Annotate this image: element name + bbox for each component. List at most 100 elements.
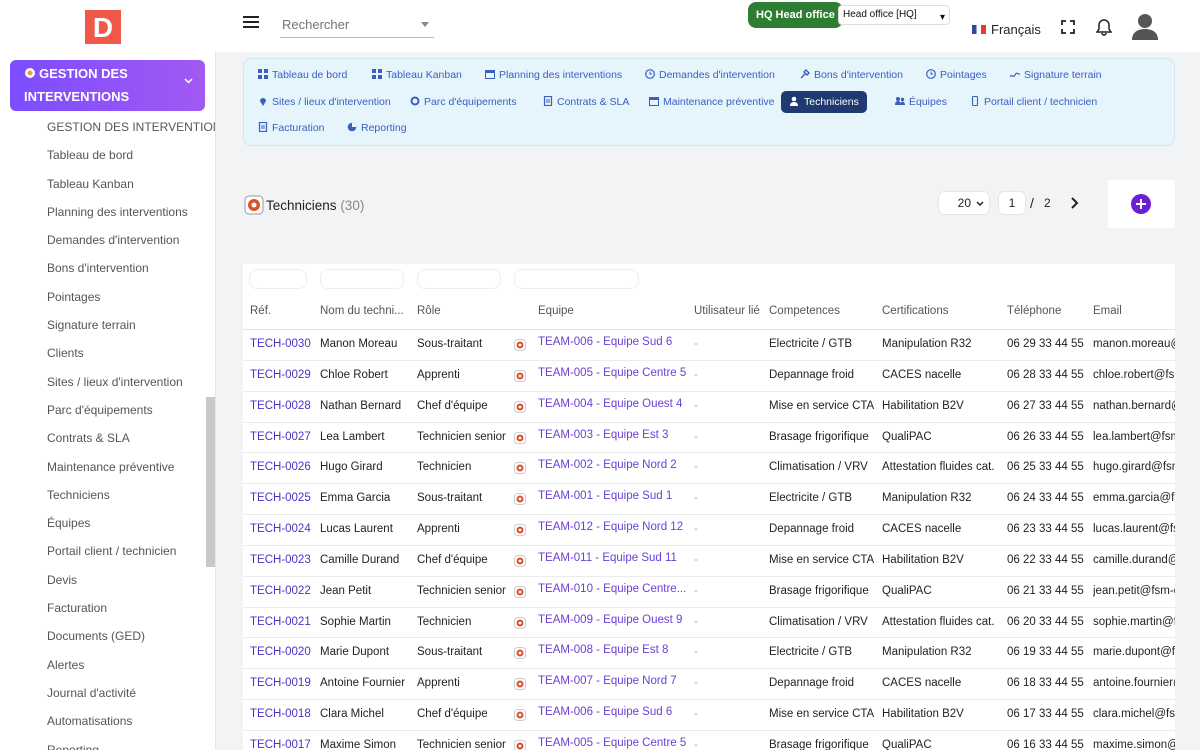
cell-team[interactable]: TEAM-003 - Equipe Est 3 [538,429,686,441]
column-header[interactable]: Email [1093,305,1122,317]
cell-team[interactable]: TEAM-004 - Equipe Ouest 4 [538,398,686,410]
menu-tab-pointages[interactable]: Pointages [926,64,987,86]
bell-icon[interactable] [1096,18,1112,36]
menu-toggle-icon[interactable] [243,16,259,30]
cell-team[interactable]: TEAM-007 - Equipe Nord 7 [538,675,686,687]
cell-ref[interactable]: TECH-0026 [250,461,316,473]
table-row[interactable]: TECH-0024 Lucas Laurent Apprenti TEAM-012 -… [243,515,1175,546]
cell-team[interactable]: TEAM-006 - Equipe Sud 6 [538,706,686,718]
filter-ref[interactable] [249,269,307,289]
sidebar-item[interactable]: Automatisations [47,710,215,738]
cell-team[interactable]: TEAM-009 - Equipe Ouest 9 [538,614,686,626]
table-row[interactable]: TECH-0017 Maxime Simon Technicien senior TE… [243,731,1175,750]
sidebar-item[interactable]: Facturation [47,597,215,625]
menu-tab-tableau-de-bord[interactable]: Tableau de bord [258,64,347,86]
sidebar-item[interactable]: Pointages [47,286,215,314]
menu-tab-parc-d-quipements[interactable]: Parc d'équipements [410,91,516,113]
table-row[interactable]: TECH-0026 Hugo Girard Technicien TEAM-002 -… [243,453,1175,485]
column-header[interactable]: Téléphone [1007,305,1061,317]
cell-ref[interactable]: TECH-0027 [250,431,316,443]
cell-team[interactable]: TEAM-006 - Equipe Sud 6 [538,336,686,348]
table-row[interactable]: TECH-0027 Lea Lambert Technicien senior TEA… [243,423,1175,454]
table-row[interactable]: TECH-0029 Chloe Robert Apprenti TEAM-005 - … [243,361,1175,392]
column-header[interactable]: Nom du techni... [320,305,404,317]
cell-team[interactable]: TEAM-008 - Equipe Est 8 [538,644,686,656]
cell-team[interactable]: TEAM-005 - Equipe Centre 5 [538,367,686,379]
menu-tab-tableau-kanban[interactable]: Tableau Kanban [372,64,462,86]
table-row[interactable]: TECH-0028 Nathan Bernard Chef d'équipe TEAM… [243,392,1175,423]
app-logo[interactable]: D [85,10,121,44]
filter-team[interactable] [514,269,639,289]
table-row[interactable]: TECH-0030 Manon Moreau Sous-traitant TEAM-0… [243,330,1175,361]
sidebar-item[interactable]: Portail client / technicien [47,540,215,568]
page-size-select[interactable]: 20 [938,191,990,215]
sidebar-item[interactable]: Équipes [47,512,215,540]
cell-ref[interactable]: TECH-0017 [250,739,316,750]
cell-ref[interactable]: TECH-0023 [250,554,316,566]
column-header[interactable]: Equipe [538,305,574,317]
sidebar-item[interactable]: Documents (GED) [47,625,215,653]
sidebar-item[interactable]: Tableau de bord [47,144,215,172]
module-header[interactable]: GESTION DES INTERVENTIONS [10,60,205,111]
sidebar-item[interactable]: GESTION DES INTERVENTIONS [47,116,215,144]
sidebar-item[interactable]: Signature terrain [47,314,215,342]
cell-team[interactable]: TEAM-012 - Equipe Nord 12 [538,521,686,533]
menu-tab-maintenance-pr-ventive[interactable]: Maintenance préventive [649,91,775,113]
cell-ref[interactable]: TECH-0025 [250,492,316,504]
filter-role[interactable] [417,269,501,289]
sidebar-item[interactable]: Devis [47,569,215,597]
sidebar-item[interactable]: Demandes d'intervention [47,229,215,257]
column-header[interactable]: Réf. [250,305,271,317]
hq-badge[interactable]: HQ Head office [748,2,843,28]
sidebar-scrollbar[interactable] [206,397,215,567]
cell-ref[interactable]: TECH-0020 [250,646,316,658]
chevron-right-icon[interactable] [1069,196,1081,210]
sidebar-item[interactable]: Clients [47,342,215,370]
sidebar-item[interactable]: Journal d'activité [47,682,215,710]
menu-tab-bons-d-intervention[interactable]: Bons d'intervention [800,64,903,86]
menu-tab-facturation[interactable]: Facturation [258,117,325,139]
menu-tab-planning-des-interventions[interactable]: Planning des interventions [485,64,622,86]
sidebar-item[interactable]: Reporting [47,739,215,750]
page-number-input[interactable]: 1 [998,191,1026,215]
search-input[interactable] [280,10,410,38]
cell-team[interactable]: TEAM-010 - Equipe Centre... [538,583,686,595]
column-header[interactable]: Competences [769,305,840,317]
menu-tab-sites-lieux-d-intervention[interactable]: Sites / lieux d'intervention [258,91,391,113]
sidebar-item[interactable]: Maintenance préventive [47,456,215,484]
cell-ref[interactable]: TECH-0030 [250,338,316,350]
column-header[interactable]: Certifications [882,305,948,317]
avatar[interactable] [1132,12,1158,40]
menu-tab-demandes-d-intervention[interactable]: Demandes d'intervention [645,64,775,86]
table-row[interactable]: TECH-0023 Camille Durand Chef d'équipe TEAM… [243,546,1175,577]
cell-team[interactable]: TEAM-002 - Equipe Nord 2 [538,459,686,471]
language-selector[interactable]: Français [972,22,1041,37]
filter-name[interactable] [320,269,404,289]
sidebar-item[interactable]: Bons d'intervention [47,257,215,285]
menu-tab-quipes[interactable]: Équipes [895,91,947,113]
sidebar-item[interactable]: Alertes [47,654,215,682]
cell-ref[interactable]: TECH-0028 [250,400,316,412]
table-row[interactable]: TECH-0022 Jean Petit Technicien senior TEAM… [243,577,1175,608]
cell-ref[interactable]: TECH-0019 [250,677,316,689]
menu-tab-techniciens[interactable]: Techniciens [781,91,867,113]
column-header[interactable]: Utilisateur lié [694,305,760,317]
cell-ref[interactable]: TECH-0018 [250,708,316,720]
site-select[interactable]: Head office [HQ] ▾ [838,5,950,25]
table-row[interactable]: TECH-0021 Sophie Martin Technicien TEAM-009… [243,608,1175,639]
sidebar-item[interactable]: Techniciens [47,484,215,512]
sidebar-item[interactable]: Parc d'équipements [47,399,215,427]
menu-tab-signature-terrain[interactable]: Signature terrain [1010,64,1102,86]
menu-tab-contrats-sla[interactable]: Contrats & SLA [543,91,629,113]
cell-ref[interactable]: TECH-0024 [250,523,316,535]
cell-team[interactable]: TEAM-001 - Equipe Sud 1 [538,490,686,502]
cell-team[interactable]: TEAM-011 - Equipe Sud 11 [538,552,686,564]
search-box[interactable] [280,10,434,38]
table-row[interactable]: TECH-0018 Clara Michel Chef d'équipe TEAM-0… [243,700,1175,731]
table-row[interactable]: TECH-0020 Marie Dupont Sous-traitant TEAM-0… [243,638,1175,670]
menu-tab-reporting[interactable]: Reporting [347,117,407,139]
table-row[interactable]: TECH-0025 Emma Garcia Sous-traitant TEAM-00… [243,484,1175,516]
column-header[interactable]: Rôle [417,305,441,317]
sidebar-item[interactable]: Tableau Kanban [47,173,215,201]
sidebar-item[interactable]: Contrats & SLA [47,427,215,455]
